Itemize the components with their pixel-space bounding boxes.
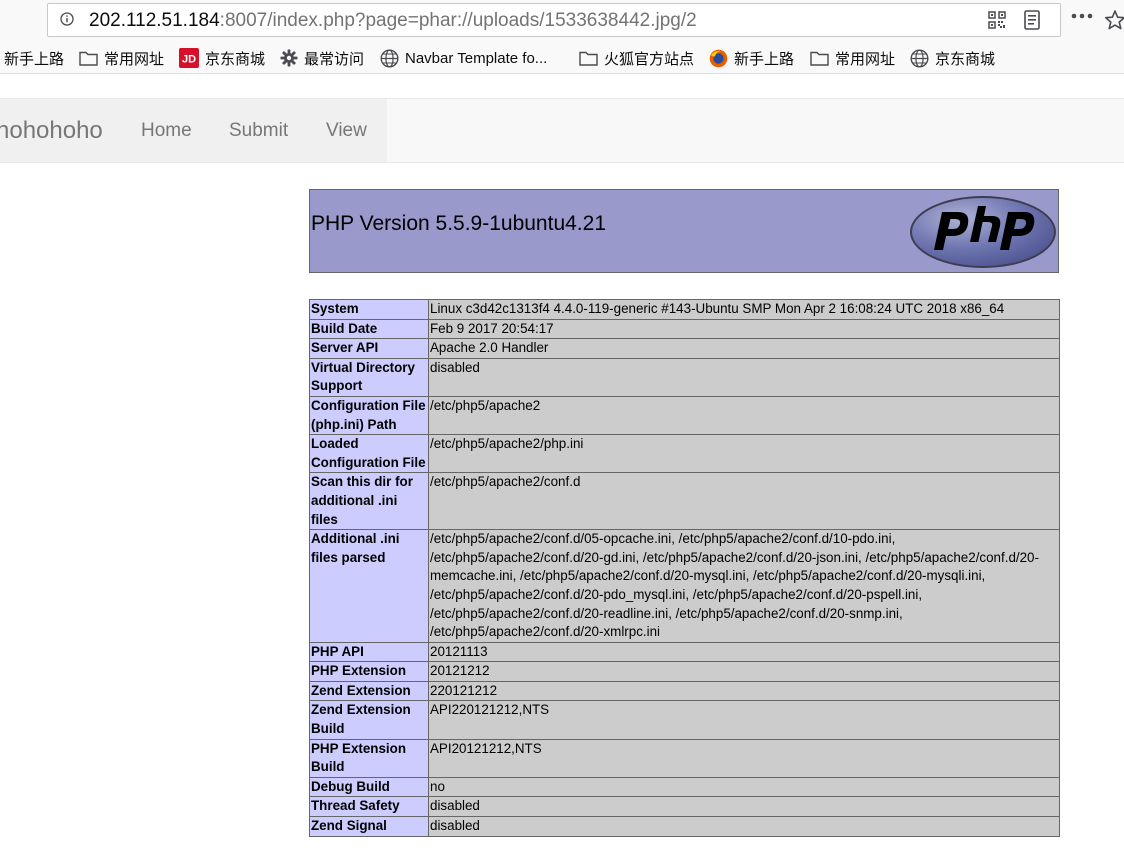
jd-icon: JD [179,48,199,68]
bookmark-item[interactable]: 常用网址 [79,48,164,68]
info-value: /etc/php5/apache2/conf.d [428,472,1060,531]
table-row: Zend Extension Build API220121212,NTS [309,700,1060,740]
table-row: Zend Signal disabled [309,816,1060,837]
bookmark-label: 新手上路 [4,50,65,68]
info-value: API20121212,NTS [428,738,1060,778]
nav-link-home[interactable]: Home [141,120,192,142]
url-text[interactable]: 202.112.51.184:8007/index.php?page=phar:… [89,10,697,32]
site-navbar: hohohoho Home Submit View [0,98,1124,163]
info-value: 20121113 [428,641,1060,663]
table-row: System Linux c3d42c1313f4 4.4.0-119-gener… [309,299,1060,320]
bookmark-label: 京东商城 [205,50,266,68]
url-path: :8007/index.php?page=phar://uploads/1533… [219,10,697,31]
bookmark-label: Navbar Template fo... [405,49,548,67]
table-row: Virtual Directory Support disabled [309,357,1060,397]
globe-icon [380,48,399,68]
info-value: disabled [428,816,1060,837]
info-key: Loaded Configuration File [309,434,429,474]
bookmark-item[interactable]: 火狐官方站点 [579,48,694,68]
info-value: /etc/php5/apache2/php.ini [428,434,1060,474]
info-value: disabled [428,357,1060,397]
table-row: Build Date Feb 9 2017 20:54:17 [309,318,1060,340]
svg-text:JD: JD [182,54,196,66]
bookmark-item[interactable]: 新手上路 [4,48,64,68]
table-row: Scan this dir for additional .ini files /… [309,472,1060,531]
info-key: System [309,299,429,320]
bookmark-item[interactable]: JD 京东商城 [179,48,265,68]
bookmark-item[interactable]: Navbar Template fo... [380,48,547,68]
info-value: Linux c3d42c1313f4 4.4.0-119-generic #14… [428,299,1060,320]
firefox-icon [709,49,728,67]
info-value: Feb 9 2017 20:54:17 [428,318,1060,340]
table-row: Server API Apache 2.0 Handler [309,338,1060,359]
info-value: Apache 2.0 Handler [428,338,1060,359]
folder-icon [579,51,598,66]
table-row: Debug Build no [309,776,1060,798]
bookmark-label: 新手上路 [734,50,795,68]
info-key: PHP Extension Build [309,738,429,778]
bookmark-item[interactable]: 常用网址 [810,48,895,68]
bookmark-item[interactable]: 京东商城 [910,48,995,68]
php-version-header: PHP Version 5.5.9-1ubuntu4.21 [309,189,1059,273]
bookmark-item[interactable]: 新手上路 [709,48,794,68]
info-value: disabled [428,796,1060,818]
bookmark-label: 常用网址 [835,50,896,68]
php-logo-icon [910,196,1056,268]
info-value: /etc/php5/apache2/conf.d/05-opcache.ini,… [428,529,1060,643]
info-key: Zend Extension Build [309,700,429,740]
info-value: 220121212 [428,680,1060,702]
info-key: Build Date [309,318,429,340]
info-value: no [428,776,1060,798]
bookmark-label: 最常访问 [304,50,365,68]
folder-icon [810,51,829,66]
table-row: Configuration File (php.ini) Path/etc/ph… [309,395,1060,436]
nav-link-submit[interactable]: Submit [229,120,288,142]
nav-link-view[interactable]: View [326,120,367,142]
bookmark-label: 常用网址 [104,50,165,68]
globe-icon [910,48,929,68]
info-icon[interactable] [60,12,74,26]
info-value: API220121212,NTS [428,700,1060,740]
gear-icon [280,49,298,67]
info-key: Configuration File (php.ini) Path [309,395,429,436]
info-key: Virtual Directory Support [309,357,429,397]
info-key: PHP API [309,641,429,663]
navbar-container: hohohoho Home Submit View [0,99,387,162]
navbar-brand[interactable]: hohohoho [0,117,103,145]
table-row: PHP Extension 20121212 [309,661,1060,682]
info-key: Zend Signal [309,816,429,837]
more-actions-icon[interactable] [1071,12,1093,20]
url-host: 202.112.51.184 [89,10,220,31]
qr-code-icon[interactable] [988,11,1006,29]
bookmark-label: 京东商城 [935,50,996,68]
info-key: Scan this dir for additional .ini files [309,472,429,531]
address-bar[interactable]: 202.112.51.184:8007/index.php?page=phar:… [47,3,1061,37]
info-key: Additional .ini files parsed [309,529,429,643]
info-key: Debug Build [309,776,429,798]
bookmark-label: 火狐官方站点 [604,50,695,68]
info-key: Server API [309,338,429,359]
bookmarks-toolbar: 新手上路 常用网址 JD 京东商城 最常访问 Navbar Template f… [0,40,1124,74]
table-row: PHP Extension Build API20121212,NTS [309,738,1060,778]
folder-icon [79,51,98,66]
info-value: /etc/php5/apache2 [428,395,1060,436]
info-value: 20121212 [428,661,1060,682]
bookmark-star-icon[interactable] [1104,9,1124,31]
table-row: Additional .ini files parsed/etc/php5/ap… [309,529,1060,643]
info-key: PHP Extension [309,661,429,682]
php-info-table: System Linux c3d42c1313f4 4.4.0-119-gener… [309,299,1060,837]
table-row: PHP API 20121113 [309,641,1060,663]
php-version-title: PHP Version 5.5.9-1ubuntu4.21 [311,212,606,235]
info-key: Zend Extension [309,680,429,702]
info-key: Thread Safety [309,796,429,818]
table-row: Loaded Configuration File/etc/php5/apach… [309,434,1060,474]
table-row: Zend Extension 220121212 [309,680,1060,702]
browser-toolbar: 202.112.51.184:8007/index.php?page=phar:… [0,0,1124,40]
reader-view-icon[interactable] [1024,10,1040,30]
bookmark-item[interactable]: 最常访问 [280,48,364,68]
table-row: Thread Safety disabled [309,796,1060,818]
